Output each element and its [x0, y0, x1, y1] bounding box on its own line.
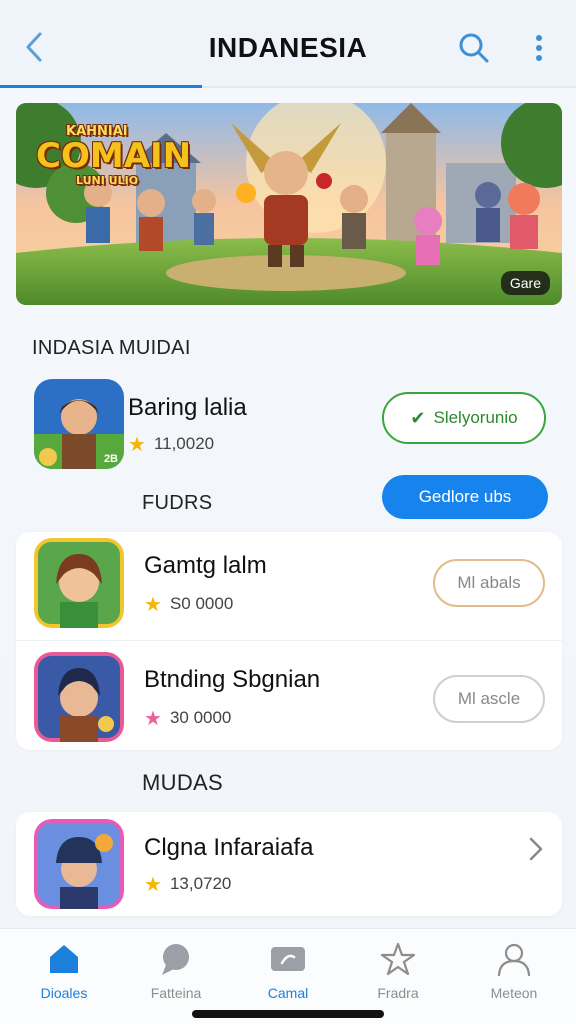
- app-card[interactable]: Clgna Infaraiafa ★ 13,0720: [16, 812, 562, 916]
- nav-item-chat[interactable]: Fatteina: [128, 941, 224, 1001]
- nav-label: Fradra: [377, 985, 419, 1001]
- app-rating: ★ 11,0020: [128, 432, 214, 457]
- install-button[interactable]: ✔ Slelyorunio: [382, 392, 546, 444]
- rating-value: S0 0000: [169, 594, 234, 613]
- rating-value: 13,0720: [169, 874, 232, 893]
- app-icon: [34, 538, 124, 628]
- section-title: INDASIA MUIDAI: [32, 337, 191, 359]
- nav-label: Meteon: [490, 985, 538, 1001]
- app-icon: [34, 819, 124, 909]
- banner-tag: Gare: [500, 271, 550, 295]
- search-icon[interactable]: [458, 32, 490, 64]
- app-name: Baring lalia: [128, 394, 247, 421]
- section-title: MUDAS: [142, 770, 223, 795]
- star-icon: ★: [144, 874, 162, 896]
- list-item[interactable]: Gamtg lalm ★ S0 0000 Ml abals: [16, 532, 562, 642]
- featured-banner[interactable]: KAHNIAI COMAIN LUNI ULIO Gare: [16, 103, 562, 305]
- game-logo: KAHNIAI COMAIN LUNI ULIO: [36, 124, 192, 187]
- top-app-bar: INDANESIA: [0, 0, 576, 88]
- nav-label: Fatteina: [150, 985, 202, 1001]
- app-icon: [34, 652, 124, 742]
- star-icon: ★: [128, 434, 146, 456]
- star-icon: ★: [144, 594, 162, 616]
- nav-item-card[interactable]: Camal: [240, 941, 336, 1001]
- nav-item-star[interactable]: Fradra: [350, 941, 446, 1001]
- install-label: Slelyorunio: [433, 408, 518, 427]
- home-indicator[interactable]: [192, 1010, 384, 1018]
- check-icon: ✔: [410, 407, 426, 428]
- app-list-card: Gamtg lalm ★ S0 0000 Ml abals Btnding Sbg…: [16, 532, 562, 750]
- app-icon: 2B: [34, 379, 124, 469]
- app-rating: ★ S0 0000: [144, 592, 233, 617]
- rating-value: 11,0020: [153, 434, 215, 453]
- active-tab-indicator: [0, 85, 202, 88]
- star-icon: ★: [144, 708, 162, 730]
- app-rating: ★ 30 0000: [144, 706, 231, 731]
- card-icon: [271, 947, 305, 971]
- profile-icon: [497, 943, 531, 977]
- nav-label: Dioales: [40, 985, 88, 1001]
- more-options-icon[interactable]: [530, 34, 548, 62]
- home-icon: [50, 945, 78, 973]
- app-rating: ★ 13,0720: [144, 872, 231, 897]
- app-name: Gamtg lalm: [144, 552, 267, 579]
- list-item[interactable]: Btnding Sbgnian ★ 30 0000 Ml ascle: [16, 642, 562, 752]
- rating-value: 30 0000: [169, 708, 232, 727]
- app-name: Btnding Sbgnian: [144, 666, 321, 693]
- featured-app-row[interactable]: 2B Baring lalia ★ 11,0020 ✔ Slelyorunio: [0, 370, 576, 480]
- list-item-button[interactable]: Ml abals: [433, 559, 545, 607]
- chevron-right-icon[interactable]: [528, 836, 544, 862]
- divider: [16, 640, 562, 641]
- chat-icon: [162, 944, 189, 975]
- app-badge: 2B: [103, 453, 118, 465]
- app-name: Clgna Infaraiafa: [144, 834, 314, 861]
- primary-action-button[interactable]: Gedlore ubs: [382, 475, 548, 519]
- star-icon: [380, 942, 416, 976]
- nav-item-profile[interactable]: Meteon: [466, 941, 562, 1001]
- subsection-title: FUDRS: [142, 492, 213, 514]
- nav-label: Camal: [267, 985, 309, 1001]
- nav-item-home[interactable]: Dioales: [16, 941, 112, 1001]
- list-item-button[interactable]: Ml ascle: [433, 675, 545, 723]
